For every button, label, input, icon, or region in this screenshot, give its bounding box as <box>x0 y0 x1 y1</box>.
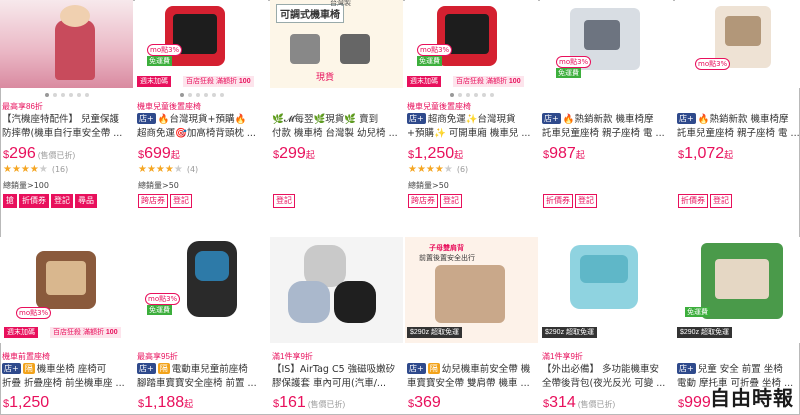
badge-list: 折價券 登記 <box>543 194 599 208</box>
star-icon: ★★★★ <box>408 164 444 175</box>
promo-text: 滿1件享9折 <box>542 352 583 361</box>
badge: 折價券 <box>543 194 573 208</box>
store-tag: 店+ <box>677 113 696 124</box>
promo-text: 最高享86折 <box>2 102 43 111</box>
sold-count: 總銷量>50 <box>138 181 179 190</box>
product-card[interactable]: mo點3% 免運費 店+ 🔥熱銷新款 機車椅摩 託車兒童座椅 親子座椅 電 ...… <box>540 0 673 210</box>
promo-text: 機車兒童後置座椅 <box>137 102 201 111</box>
product-price: $1,188起 <box>138 394 194 411</box>
product-card[interactable]: 滿1件享9折 【IS】AirTag C5 強磁吸嫩矽 膠保護套 車內可用(汽車/… <box>270 237 403 415</box>
carousel-dots[interactable] <box>405 93 538 97</box>
promo-text: 滿1件享9折 <box>272 352 313 361</box>
product-image[interactable]: mo點3% <box>675 0 800 88</box>
product-price: $1,072起 <box>678 145 734 162</box>
badge: 尋品 <box>75 194 97 208</box>
product-title[interactable]: 店+ 🔥熱銷新款 機車椅摩 託車兒童座椅 親子座椅 電 ... <box>542 113 672 141</box>
product-image[interactable] <box>270 237 403 343</box>
badge: 搶 <box>3 194 17 208</box>
product-image[interactable]: $290z 超取免運 <box>540 237 673 343</box>
badge: 登記 <box>273 194 295 208</box>
product-price: $699起 <box>138 145 180 162</box>
store-tag: 隔 <box>157 363 170 374</box>
badge: 折價券 <box>19 194 49 208</box>
badge-list: 折價券 登記 <box>678 194 734 208</box>
product-card[interactable]: mo點3% 免運費 最高享95折 店+ 隔電動車兒童前座椅 腳踏車寶寶安全座椅 前… <box>135 237 268 415</box>
watermark-logo: 自由時報 <box>710 386 794 410</box>
promo-text: 機車兒童後置座椅 <box>407 102 471 111</box>
badge: 登記 <box>575 194 597 208</box>
product-price: $161 (售價已折) <box>273 394 346 411</box>
star-icon: ★★★★ <box>3 164 39 175</box>
badge: 跨店券 <box>408 194 438 208</box>
product-image[interactable]: mo點3% 免運費 週末加碼 百店狂殺 滿額折 100 <box>135 0 268 88</box>
badge: 登記 <box>710 194 732 208</box>
badge-list: 搶折價券 登記 尋品 <box>3 194 99 208</box>
store-tag: 店+ <box>407 113 426 124</box>
product-title[interactable]: 🌿𝓜每翌🌿現貨🌿 賣到 付款 機車椅 台灣製 幼兒椅 ... <box>272 113 402 141</box>
product-card[interactable]: mo點3% 店+ 🔥熱銷新款 機車椅摩 託車兒童座椅 親子座椅 電 ... $1,… <box>675 0 800 210</box>
product-price: $299起 <box>273 145 315 162</box>
product-card[interactable]: $290z 超取免運 滿1件享9折 【外出必備】 多功能機車安 全帶後背包(夜光… <box>540 237 673 415</box>
store-tag: 店+ <box>137 363 156 374</box>
badge-list: 登記 <box>273 194 297 208</box>
badge: 登記 <box>51 194 73 208</box>
badge: 折價券 <box>678 194 708 208</box>
rating-stars: ★★★★★ (16) <box>3 164 69 175</box>
badge-list: 跨店券 登記 <box>408 194 464 208</box>
product-card[interactable]: 子母雙肩背 前置後置安全出行 $290z 超取免運 店+ 隔幼兒機車前安全帶 機 … <box>405 237 538 415</box>
promo-text: 機車前置座椅 <box>2 352 50 361</box>
product-title[interactable]: 店+ 隔機車坐椅 座椅可 折疊 折疊座椅 前坐機車座 ... <box>2 363 132 391</box>
rating-stars: ★★★★★ (4) <box>138 164 199 175</box>
product-price: $1,250起 <box>408 145 464 162</box>
product-image[interactable]: 可調式機車椅 台灣製 現貨 <box>270 0 403 88</box>
product-image[interactable]: mo點3% 免運費 <box>135 237 268 343</box>
product-card[interactable]: mo點3% 免運費 週末加碼 百店狂殺 滿額折 100 機車兒童後置座椅 店+ 超… <box>405 0 538 210</box>
store-tag: 店+ <box>677 363 696 374</box>
product-card[interactable]: mo點3% 免運費 週末加碼 百店狂殺 滿額折 100 機車兒童後置座椅 店+ 🔥… <box>135 0 268 210</box>
sold-count: 總銷量>50 <box>408 181 449 190</box>
badge-list: 跨店券 登記 <box>138 194 194 208</box>
store-tag: 店+ <box>2 363 21 374</box>
product-image[interactable]: 子母雙肩背 前置後置安全出行 $290z 超取免運 <box>405 237 538 343</box>
product-card[interactable]: 可調式機車椅 台灣製 現貨 🌿𝓜每翌🌿現貨🌿 賣到 付款 機車椅 台灣製 幼兒椅… <box>270 0 403 210</box>
carousel-dots[interactable] <box>135 93 268 97</box>
carousel-dots[interactable] <box>0 93 133 97</box>
store-tag: 隔 <box>427 363 440 374</box>
product-price: $1,250 <box>3 394 50 411</box>
product-title[interactable]: 【IS】AirTag C5 強磁吸嫩矽 膠保護套 車內可用(汽車/... <box>272 363 402 391</box>
product-image[interactable] <box>0 0 133 88</box>
product-image[interactable]: mo點3% 週末加碼 百店狂殺 滿額折 100 <box>0 237 133 343</box>
product-title[interactable]: 【外出必備】 多功能機車安 全帶後背包(夜光反光 可變 ... <box>542 363 672 391</box>
product-price: $369 <box>408 394 441 411</box>
product-image[interactable]: 免運費 $290z 超取免運 <box>675 237 800 343</box>
product-card[interactable]: 最高享86折 【汽機座特配件】 兒童保護 防摔帶(機車自行車安全帶 ... $2… <box>0 0 133 210</box>
product-price: $314 (售價已折) <box>543 394 616 411</box>
store-tag: 店+ <box>137 113 156 124</box>
product-card[interactable]: mo點3% 週末加碼 百店狂殺 滿額折 100 機車前置座椅 店+ 隔機車坐椅 座… <box>0 237 133 415</box>
product-title[interactable]: 店+ 🔥熱銷新款 機車椅摩 託車兒童座椅 親子座椅 電 ... <box>677 113 800 141</box>
store-tag: 店+ <box>542 113 561 124</box>
sold-count: 總銷量>100 <box>3 181 49 190</box>
product-title[interactable]: 【汽機座特配件】 兒童保護 防摔帶(機車自行車安全帶 ... <box>2 113 132 141</box>
product-price: $296 (售價已折) <box>3 145 76 162</box>
promo-text: 最高享95折 <box>137 352 178 361</box>
product-title[interactable]: 店+ 超商免運✨台灣現貨 +預購✨ 可開車廂 機車兒 ... <box>407 113 537 141</box>
badge: 跨店券 <box>138 194 168 208</box>
badge: 登記 <box>170 194 192 208</box>
product-title[interactable]: 店+ 🔥台灣現貨+預購🔥 超商免運🎯加高椅背頭枕 ... <box>137 113 267 141</box>
product-title[interactable]: 店+ 隔電動車兒童前座椅 腳踏車寶寶安全座椅 前置 ... <box>137 363 267 391</box>
product-image[interactable]: mo點3% 免運費 週末加碼 百店狂殺 滿額折 100 <box>405 0 538 88</box>
store-tag: 店+ <box>407 363 426 374</box>
product-price: $987起 <box>543 145 585 162</box>
product-image[interactable]: mo點3% 免運費 <box>540 0 673 88</box>
store-tag: 隔 <box>22 363 35 374</box>
badge: 登記 <box>440 194 462 208</box>
product-grid: 最高享86折 【汽機座特配件】 兒童保護 防摔帶(機車自行車安全帶 ... $2… <box>0 0 800 415</box>
product-title[interactable]: 店+ 隔幼兒機車前安全帶 機 車寶寶安全帶 雙肩帶 機車 ... <box>407 363 537 391</box>
rating-stars: ★★★★★ (6) <box>408 164 469 175</box>
star-icon: ★★★★ <box>138 164 174 175</box>
product-price: $999 <box>678 394 711 411</box>
